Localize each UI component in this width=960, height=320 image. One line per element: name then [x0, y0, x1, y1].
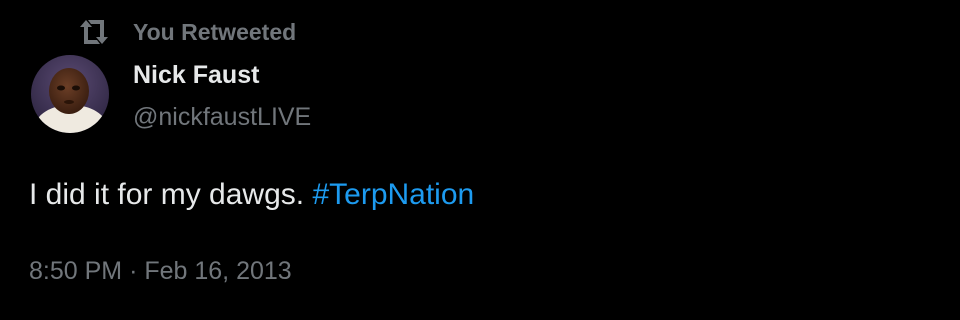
tweet-time[interactable]: 8:50 PM: [29, 257, 122, 285]
retweet-label: You Retweeted: [133, 19, 297, 45]
author-info: Nick Faust @nickfaustLIVE: [133, 58, 311, 134]
author-display-name[interactable]: Nick Faust: [133, 58, 311, 92]
retweet-icon: [80, 20, 108, 44]
tweet-timestamp: 8:50 PM · Feb 16, 2013: [29, 254, 292, 288]
author-handle[interactable]: @nickfaustLIVE: [133, 100, 311, 134]
tweet-body: I did it for my dawgs.: [29, 178, 305, 211]
meta-separator: ·: [129, 257, 138, 285]
tweet-text: I did it for my dawgs. #TerpNation: [29, 175, 474, 215]
retweet-indicator[interactable]: You Retweeted: [77, 16, 296, 48]
tweet-card: You Retweeted Nick Faust @nickfaustLIVE …: [0, 0, 960, 320]
avatar-image: [31, 55, 109, 133]
hashtag-link[interactable]: #TerpNation: [312, 178, 474, 211]
tweet-date[interactable]: Feb 16, 2013: [144, 257, 291, 285]
avatar[interactable]: [31, 55, 109, 133]
